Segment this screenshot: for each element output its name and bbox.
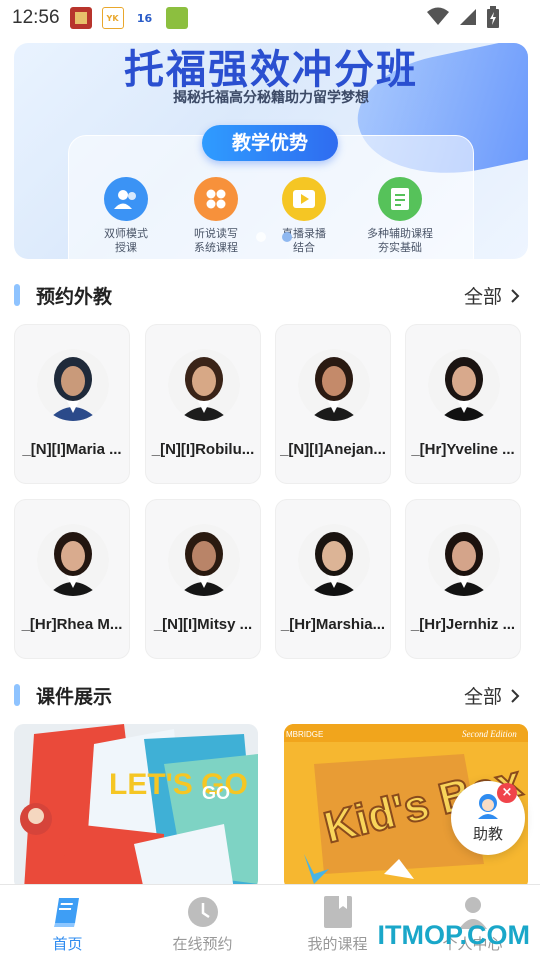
courseware-card-lets-go[interactable]: LET'S GO GO bbox=[14, 724, 258, 890]
teacher-card[interactable]: _[Hr]Marshia... bbox=[275, 499, 391, 659]
teacher-card[interactable]: _[Hr]Jernhiz ... bbox=[405, 499, 521, 659]
nav-online-booking[interactable]: 在线预约 bbox=[135, 885, 270, 960]
nav-home[interactable]: 首页 bbox=[0, 885, 135, 960]
carousel-indicator[interactable] bbox=[256, 232, 292, 242]
section-title: 课件展示 bbox=[36, 685, 113, 708]
teacher-avatar bbox=[168, 524, 240, 596]
lets-go-cover-image: LET'S GO GO bbox=[14, 724, 258, 890]
teacher-card[interactable]: _[N][I]Mitsy ... bbox=[145, 499, 261, 659]
feature-system-course: 听说读写 系统课程 bbox=[166, 177, 266, 255]
carousel-dot[interactable] bbox=[256, 232, 266, 242]
teacher-card[interactable]: _[Hr]Rhea M... bbox=[14, 499, 130, 659]
teacher-card[interactable]: _[Hr]Yveline ... bbox=[405, 324, 521, 484]
svg-text:MBRIDGE: MBRIDGE bbox=[286, 730, 323, 739]
carousel-dot-active[interactable] bbox=[282, 232, 292, 242]
status-bar: 12:56 YK 16 bbox=[0, 0, 540, 36]
banner-subtitle: 揭秘托福高分秘籍助力留学梦想 bbox=[173, 90, 369, 106]
view-all-label: 全部 bbox=[463, 686, 502, 708]
teacher-name: _[N][I]Maria ... bbox=[22, 441, 122, 458]
teacher-avatar bbox=[37, 524, 109, 596]
teacher-avatar bbox=[298, 349, 370, 421]
teacher-avatar bbox=[37, 349, 109, 421]
status-indicators bbox=[426, 6, 500, 28]
teacher-avatar bbox=[428, 349, 500, 421]
feature-dual-teacher: 双师模式 授课 bbox=[76, 177, 176, 255]
teacher-name: _[Hr]Yveline ... bbox=[411, 441, 515, 458]
view-all-courseware-link[interactable]: 全部 bbox=[464, 682, 520, 709]
teacher-avatar bbox=[428, 524, 500, 596]
assistant-floating-button[interactable]: 助教 × bbox=[451, 781, 525, 855]
teacher-avatar bbox=[168, 349, 240, 421]
app-notification-icon bbox=[69, 7, 92, 29]
nav-label: 首页 bbox=[52, 935, 83, 953]
feature-live-recorded: 直播录播 结合 bbox=[254, 177, 354, 255]
green-app-icon bbox=[165, 7, 188, 29]
bookmark-icon bbox=[323, 896, 352, 928]
feature-auxiliary-course: 多种辅助课程 夯实基础 bbox=[350, 177, 450, 255]
teacher-card[interactable]: _[N][I]Robilu... bbox=[145, 324, 261, 484]
teacher-name: _[N][I]Anejan... bbox=[280, 441, 386, 458]
chevron-right-icon bbox=[511, 688, 520, 703]
svg-text:GO: GO bbox=[202, 783, 230, 803]
courseware-section-header: 课件展示 全部 bbox=[14, 680, 526, 710]
signal-icon bbox=[460, 9, 476, 25]
close-badge-icon[interactable]: × bbox=[497, 783, 517, 803]
watermark-logo: ITMOP.COM bbox=[377, 920, 530, 950]
banner-pill: 教学优势 bbox=[202, 125, 338, 161]
book-icon bbox=[53, 898, 79, 927]
teacher-name: _[N][I]Robilu... bbox=[151, 441, 255, 458]
wifi-icon bbox=[427, 7, 449, 25]
teacher-name: _[N][I]Mitsy ... bbox=[153, 616, 253, 633]
section-title: 预约外教 bbox=[36, 285, 113, 308]
teacher-name: _[Hr]Rhea M... bbox=[21, 616, 123, 633]
play-icon bbox=[282, 177, 326, 221]
battery-icon bbox=[487, 6, 499, 28]
document-icon bbox=[378, 177, 422, 221]
teacher-avatar bbox=[298, 524, 370, 596]
teacher-card[interactable]: _[N][I]Maria ... bbox=[14, 324, 130, 484]
status-time: 12:56 bbox=[12, 7, 60, 28]
promo-banner[interactable]: 托福强效冲分班 揭秘托福高分秘籍助力留学梦想 教学优势 双师模式 授课 听说读写… bbox=[14, 43, 528, 259]
clock-icon bbox=[187, 897, 218, 927]
section-accent-bar bbox=[14, 284, 20, 306]
assistant-label: 助教 bbox=[472, 825, 503, 843]
svg-text:Second Edition: Second Edition bbox=[462, 729, 517, 739]
yk-app-icon: YK bbox=[101, 7, 124, 29]
app-16-icon: 16 bbox=[133, 7, 156, 29]
chevron-right-icon bbox=[511, 288, 520, 303]
users-icon bbox=[104, 177, 148, 221]
feature-label: 多种辅助课程 夯实基础 bbox=[367, 227, 433, 254]
nav-label: 在线预约 bbox=[172, 935, 233, 953]
feature-label: 双师模式 授课 bbox=[104, 227, 148, 254]
teachers-section-header: 预约外教 全部 bbox=[14, 280, 526, 310]
feature-label: 听说读写 系统课程 bbox=[194, 227, 238, 254]
teacher-name: _[Hr]Jernhiz ... bbox=[410, 616, 516, 633]
teacher-card[interactable]: _[N][I]Anejan... bbox=[275, 324, 391, 484]
view-all-teachers-link[interactable]: 全部 bbox=[464, 282, 520, 309]
teacher-name: _[Hr]Marshia... bbox=[280, 616, 386, 633]
grid-icon bbox=[194, 177, 238, 221]
view-all-label: 全部 bbox=[463, 286, 502, 308]
section-accent-bar bbox=[14, 684, 20, 706]
